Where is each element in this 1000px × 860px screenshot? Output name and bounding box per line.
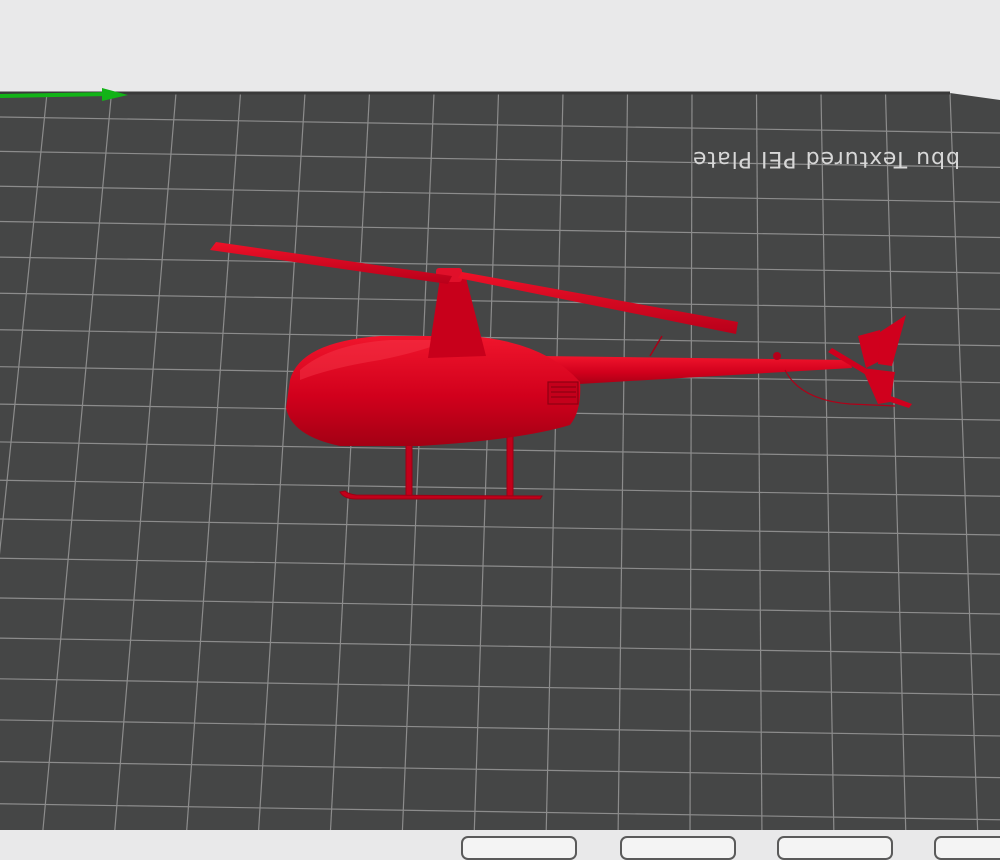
toolbar-tab-3[interactable] xyxy=(777,836,893,860)
build-plate[interactable] xyxy=(0,93,1000,830)
toolbar-tab-2[interactable] xyxy=(620,836,736,860)
viewport-canvas[interactable]: bbu Textured PEI Plate xyxy=(0,0,1000,846)
toolbar-tab-1[interactable] xyxy=(461,836,577,860)
plate-label: bbu Textured PEI Plate xyxy=(692,146,960,171)
3d-viewport[interactable]: bbu Textured PEI Plate xyxy=(0,0,1000,860)
beacon-light xyxy=(773,352,781,360)
engine-grill xyxy=(547,381,579,405)
toolbar-tab-4[interactable] xyxy=(934,836,1000,860)
